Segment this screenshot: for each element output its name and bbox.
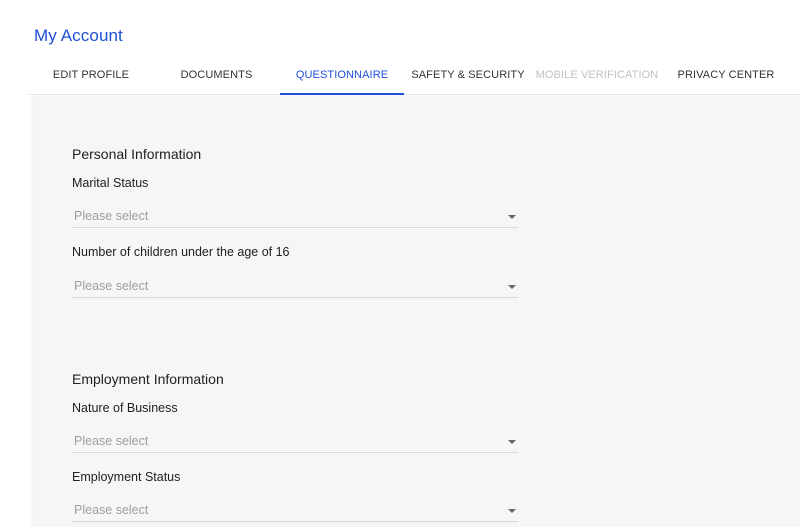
- page-title: My Account: [34, 26, 123, 45]
- tab-documents[interactable]: DOCUMENTS: [154, 62, 279, 94]
- nature-of-business-placeholder: Please select: [74, 434, 149, 448]
- active-tab-indicator: [280, 93, 404, 95]
- nature-of-business-label: Nature of Business: [72, 401, 178, 415]
- account-tabs: EDIT PROFILE DOCUMENTS QUESTIONNAIRE SAF…: [28, 62, 800, 95]
- nature-of-business-select[interactable]: Please select: [72, 430, 518, 453]
- children-placeholder: Please select: [74, 279, 149, 293]
- employment-status-label: Employment Status: [72, 470, 181, 484]
- questionnaire-panel: Personal Information Marital Status Plea…: [33, 96, 800, 527]
- employment-status-select[interactable]: Please select: [72, 499, 518, 522]
- children-label: Number of children under the age of 16: [72, 245, 290, 259]
- tab-mobile-verification: MOBILE VERIFICATION: [535, 69, 659, 81]
- section-title-employment: Employment Information: [72, 371, 224, 387]
- tab-questionnaire[interactable]: QUESTIONNAIRE: [280, 62, 404, 95]
- marital-status-select[interactable]: Please select: [72, 205, 518, 228]
- marital-status-label: Marital Status: [72, 176, 149, 190]
- dropdown-arrow-icon: [508, 215, 516, 219]
- employment-status-placeholder: Please select: [74, 503, 149, 517]
- section-title-personal: Personal Information: [72, 146, 202, 162]
- dropdown-arrow-icon: [508, 509, 516, 513]
- tab-privacy-center[interactable]: PRIVACY CENTER: [668, 62, 784, 94]
- dropdown-arrow-icon: [508, 440, 516, 444]
- tab-safety-security[interactable]: SAFETY & SECURITY: [408, 62, 528, 94]
- marital-status-placeholder: Please select: [74, 209, 149, 223]
- children-select[interactable]: Please select: [72, 275, 518, 298]
- tab-questionnaire-label: QUESTIONNAIRE: [295, 69, 389, 81]
- dropdown-arrow-icon: [508, 285, 516, 289]
- tab-edit-profile[interactable]: EDIT PROFILE: [28, 62, 154, 94]
